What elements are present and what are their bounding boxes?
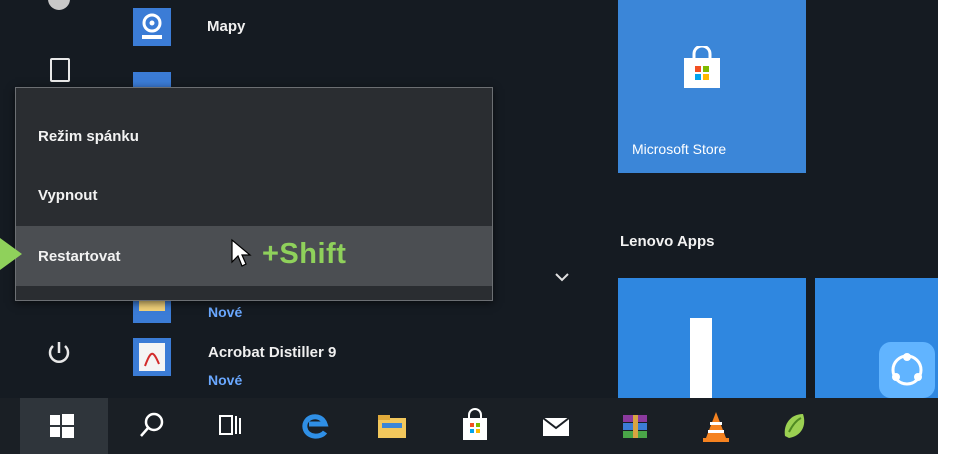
- task-view-icon[interactable]: [210, 406, 250, 446]
- menu-item-label: Vypnout: [38, 186, 98, 204]
- green-app-icon[interactable]: [775, 406, 815, 446]
- mouse-cursor-icon: [231, 238, 252, 267]
- search-icon[interactable]: [132, 406, 172, 446]
- menu-item-label: Režim spánku: [38, 127, 139, 145]
- store-tile-label: Microsoft Store: [632, 141, 727, 157]
- menu-item-restart[interactable]: Restartovat: [16, 226, 492, 286]
- power-icon[interactable]: [44, 338, 74, 368]
- acrobat-app-icon[interactable]: [133, 338, 171, 376]
- app-new-badge: Nové: [208, 372, 243, 388]
- photo-border: [938, 0, 953, 476]
- app-label-acrobat[interactable]: Acrobat Distiller 9: [208, 344, 336, 361]
- store-bag-icon: [684, 46, 720, 88]
- shift-annotation: +Shift: [262, 238, 347, 270]
- tile-group-label: Lenovo Apps: [620, 233, 715, 250]
- shareit-icon: [879, 342, 935, 398]
- winrar-icon[interactable]: [615, 406, 655, 446]
- menu-item-label: Restartovat: [38, 247, 121, 265]
- document-icon[interactable]: [50, 58, 70, 82]
- taskbar: [0, 398, 938, 454]
- edge-icon[interactable]: [295, 406, 335, 446]
- maps-app-icon[interactable]: [133, 8, 171, 46]
- app-label-mapy[interactable]: Mapy: [207, 18, 245, 35]
- annotation-arrow: [0, 238, 22, 270]
- power-options-menu: Režim spánku Vypnout Restartovat: [15, 87, 493, 301]
- store-icon[interactable]: [455, 406, 495, 446]
- user-avatar-icon[interactable]: [48, 0, 70, 10]
- file-explorer-icon[interactable]: [372, 406, 412, 446]
- windows-start-icon: [50, 414, 74, 438]
- mail-icon[interactable]: [536, 406, 576, 446]
- app-new-badge: Nové: [208, 304, 243, 320]
- empty-area: [815, 0, 938, 173]
- menu-item-shutdown[interactable]: Vypnout: [16, 165, 492, 225]
- vlc-icon[interactable]: [696, 406, 736, 446]
- menu-item-sleep[interactable]: Režim spánku: [16, 106, 492, 166]
- chevron-down-icon[interactable]: [551, 268, 573, 286]
- photo-border: [0, 454, 953, 476]
- start-menu-screen: Mapy Nové Acrobat Distiller 9 Nové Micro…: [0, 0, 953, 476]
- start-button[interactable]: [20, 398, 108, 454]
